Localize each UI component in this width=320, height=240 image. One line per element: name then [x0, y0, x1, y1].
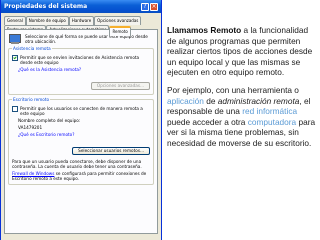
p2-d: puede acceder a otra: [167, 116, 248, 127]
computer-icon: [9, 34, 21, 44]
tab-general[interactable]: General: [4, 16, 26, 25]
link-red-informatica[interactable]: red informática: [242, 106, 297, 116]
paragraph-1: Llamamos Remoto a la funcionalidad de al…: [167, 25, 317, 78]
tab-advanced[interactable]: Opciones avanzadas: [94, 16, 142, 25]
select-remote-users-button[interactable]: Seleccionar usuarios remotos...: [72, 147, 150, 155]
tab-remote[interactable]: Remoto: [109, 26, 131, 36]
full-name-label: Nombre completo del equipo:: [18, 118, 81, 123]
password-note: Para que un usuario pueda conectarse, de…: [12, 159, 142, 169]
link-aplicacion[interactable]: aplicación: [167, 96, 204, 106]
tab-row-1: General Nombre de equipo Hardware Opcion…: [4, 16, 158, 25]
remote-tab-panel: Seleccione de qué forma se puede usar es…: [4, 29, 158, 234]
assistance-button-wrap: Opciones avanzadas...: [12, 72, 150, 91]
firewall-note: Firewall de Windows se configurará para …: [12, 171, 150, 181]
explanation-text: Llamamos Remoto a la funcionalidad de al…: [167, 25, 317, 156]
p2-a: Por ejemplo, con una herramienta o: [167, 84, 299, 95]
remote-assistance-group: Asistencia remota Permitir que se envíen…: [8, 46, 154, 95]
term-italic: administración remota: [217, 95, 300, 106]
remote-desktop-legend: Escritorio remoto: [12, 97, 51, 102]
paragraph-2: Por ejemplo, con una herramienta o aplic…: [167, 85, 317, 149]
remote-desktop-checkbox[interactable]: [12, 106, 18, 112]
window-title: Propiedades del sistema: [4, 3, 88, 10]
help-button[interactable]: ?: [141, 2, 149, 11]
term-bold: Llamamos Remoto: [167, 25, 242, 35]
title-buttons: ? ×: [141, 2, 158, 11]
remote-assistance-checkbox[interactable]: [12, 55, 18, 61]
link-computadora[interactable]: computadora: [248, 117, 296, 127]
description-text: Seleccione de qué forma se puede usar es…: [25, 34, 148, 44]
remote-assistance-checkbox-label[interactable]: Permitir que se envíen invitaciones de A…: [20, 55, 150, 65]
description-row: Seleccione de qué forma se puede usar es…: [5, 30, 157, 44]
remote-assistance-legend: Asistencia remota: [12, 46, 52, 51]
p2-b: de: [203, 95, 218, 106]
tab-computer-name[interactable]: Nombre de equipo: [25, 16, 69, 25]
close-button[interactable]: ×: [150, 2, 158, 11]
remote-assistance-option: Permitir que se envíen invitaciones de A…: [12, 55, 150, 65]
advanced-options-button[interactable]: Opciones avanzadas...: [90, 82, 150, 90]
tab-hardware[interactable]: Hardware: [68, 16, 95, 25]
title-bar[interactable]: Propiedades del sistema ? ×: [1, 0, 161, 13]
remote-desktop-option: Permitir que los usuarios se conecten de…: [12, 106, 150, 116]
remote-desktop-checkbox-label[interactable]: Permitir que los usuarios se conecten de…: [20, 106, 150, 116]
remote-desktop-group: Escritorio remoto Permitir que los usuar…: [8, 97, 154, 185]
system-properties-dialog: Propiedades del sistema ? × General Nomb…: [0, 0, 162, 240]
computer-name-value: VA1479201: [18, 125, 43, 130]
desktop-button-wrap: Seleccionar usuarios remotos...: [12, 137, 150, 156]
